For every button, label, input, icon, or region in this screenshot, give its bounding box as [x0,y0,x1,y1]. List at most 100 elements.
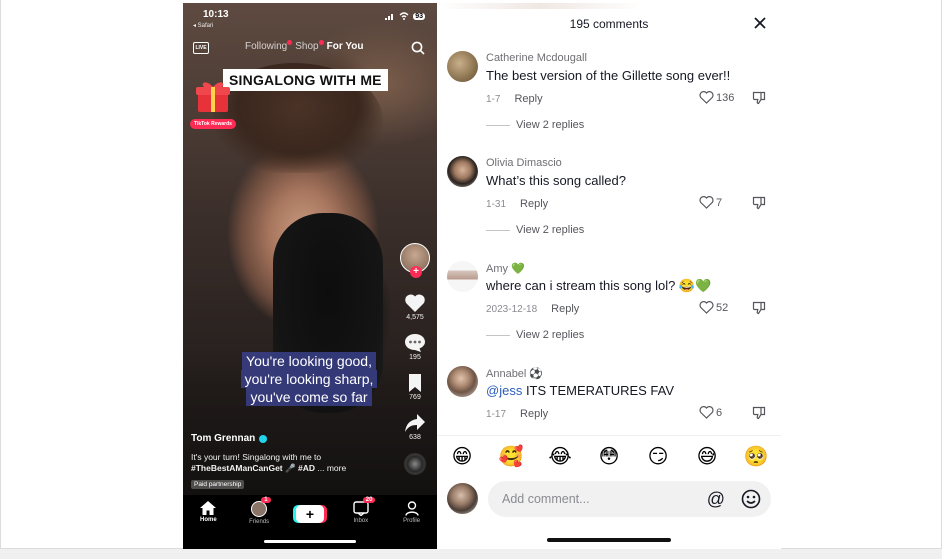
replies-divider [486,124,510,126]
comments-sheet: 195 comments Catherine Mcdougall The bes… [437,3,781,549]
live-icon[interactable]: LIVE [193,42,209,54]
comments-title: 195 comments [569,17,649,31]
mention-at-icon[interactable]: @ [707,489,725,510]
comment-like-count: 7 [716,196,723,209]
dislike-icon[interactable] [752,91,766,105]
heart-outline-icon [699,91,714,104]
creator-avatar[interactable]: + [400,243,430,278]
emoji-sweat-smile-button[interactable]: 😅 [694,444,720,468]
caption-line: you're looking sharp, [240,370,378,388]
composer-divider [437,435,781,436]
commenter-name[interactable]: Amy 💚 [486,262,525,275]
tab-home[interactable]: Home [188,501,228,549]
comment-date: 1-31 [486,198,507,210]
notification-dot [318,40,324,45]
emoji-flushed-button[interactable]: 😳 [596,444,622,468]
tab-profile-label: Profile [403,518,421,524]
mention-link[interactable]: @jess [486,383,522,398]
action-rail: + 4,575 195 769 638 [399,243,431,475]
tab-profile[interactable]: Profile [392,501,432,549]
like-comment-button[interactable]: 6 [699,406,722,419]
rewards-widget[interactable]: TikTok Rewards [190,79,236,129]
comment-icon [405,334,425,352]
reply-button[interactable]: Reply [520,408,548,420]
video-peek [437,3,781,9]
profile-icon [404,501,419,516]
save-count: 769 [409,394,421,401]
signal-icon [385,13,394,20]
like-button[interactable]: 4,575 [404,293,426,321]
dislike-icon[interactable] [752,301,766,315]
emoji-picker-icon[interactable] [741,489,761,509]
reply-button[interactable]: Reply [520,198,548,210]
bottom-strip [0,549,942,559]
tab-for-you[interactable]: For You [327,41,364,52]
commenter-name[interactable]: Catherine Mcdougall [486,52,587,64]
home-icon [200,501,217,515]
like-comment-button[interactable]: 7 [699,196,722,209]
replies-divider [486,334,510,336]
video-banner: SINGALONG WITH ME [223,69,388,91]
reply-button[interactable]: Reply [514,93,542,105]
comment-text: The best version of the Gillette song ev… [486,68,731,83]
top-navigation: LIVE Following Shop For You [183,40,437,57]
comment-text: @jess ITS TEMERATURES FAV [486,383,674,398]
commenter-avatar[interactable] [447,261,478,292]
replies-divider [486,229,510,231]
share-button[interactable]: 638 [404,413,426,441]
battery-icon: 93 [413,12,425,20]
bookmark-icon [409,374,421,392]
heart-icon [405,294,425,312]
paid-partnership-label: Paid partnership [191,480,245,489]
commenter-name[interactable]: Olivia Dimascio [486,157,562,169]
tab-following[interactable]: Following [245,40,293,52]
comment-date: 1-17 [486,408,507,420]
add-comment-input[interactable] [502,490,682,508]
comment-composer[interactable]: @ [488,481,771,517]
emoji-joy-button[interactable]: 😂 [547,444,573,468]
friends-badge: 1 [261,497,271,503]
view-replies-button[interactable]: View 2 replies [486,119,584,131]
tab-shop[interactable]: Shop [295,40,324,52]
comment-date: 1-7 [486,93,501,105]
view-replies-button[interactable]: View 2 replies [486,329,584,341]
music-disc-icon[interactable] [404,453,426,475]
hashtag[interactable]: #TheBestAManCanGet [191,463,283,473]
creator-name[interactable]: Tom Grennan [191,433,268,444]
like-comment-button[interactable]: 136 [699,91,734,104]
dislike-icon[interactable] [752,406,766,420]
mic-emoji-icon: 🎤 [285,463,296,473]
emoji-smirk-button[interactable]: 😏 [645,444,671,468]
like-comment-button[interactable]: 52 [699,301,728,314]
tab-friends-label: Friends [249,519,270,525]
close-icon[interactable] [754,17,766,29]
dislike-icon[interactable] [752,196,766,210]
feed-tabs: Following Shop For You [245,40,364,52]
view-replies-label: View 2 replies [516,119,585,131]
hashtag[interactable]: #AD [298,463,315,473]
follow-plus-icon[interactable]: + [410,266,422,278]
tab-home-label: Home [200,517,217,523]
commenter-name[interactable]: Annabel ⚽ [486,367,543,380]
tab-shop-label: Shop [295,41,319,52]
emoji-hearts-button[interactable]: 🥰 [498,444,524,468]
emoji-pleading-button[interactable]: 🥺 [743,444,769,468]
commenter-avatar[interactable] [447,51,478,82]
commenter-avatar[interactable] [447,366,478,397]
video-screen[interactable]: 10:13 ◂ Safari 93 LIVE Following Shop Fo… [183,3,437,549]
video-description[interactable]: It's your turn! Singalong with me to #Th… [191,452,386,474]
comment-button[interactable]: 195 [404,333,426,361]
view-replies-button[interactable]: View 2 replies [486,224,584,236]
emoji-grin-button[interactable]: 😁 [449,444,475,468]
commenter-avatar[interactable] [447,156,478,187]
reply-button[interactable]: Reply [551,303,579,315]
comment-meta: 2023-12-18 Reply [486,303,579,315]
save-button[interactable]: 769 [407,373,423,401]
comment-date: 2023-12-18 [486,303,538,315]
comment-meta: 1-17 Reply [486,408,548,420]
search-icon[interactable] [411,41,425,55]
more-link[interactable]: ... more [317,463,346,473]
status-icons: 93 [385,12,425,20]
rewards-label: TikTok Rewards [190,119,236,129]
back-to-safari[interactable]: ◂ Safari [193,22,213,29]
